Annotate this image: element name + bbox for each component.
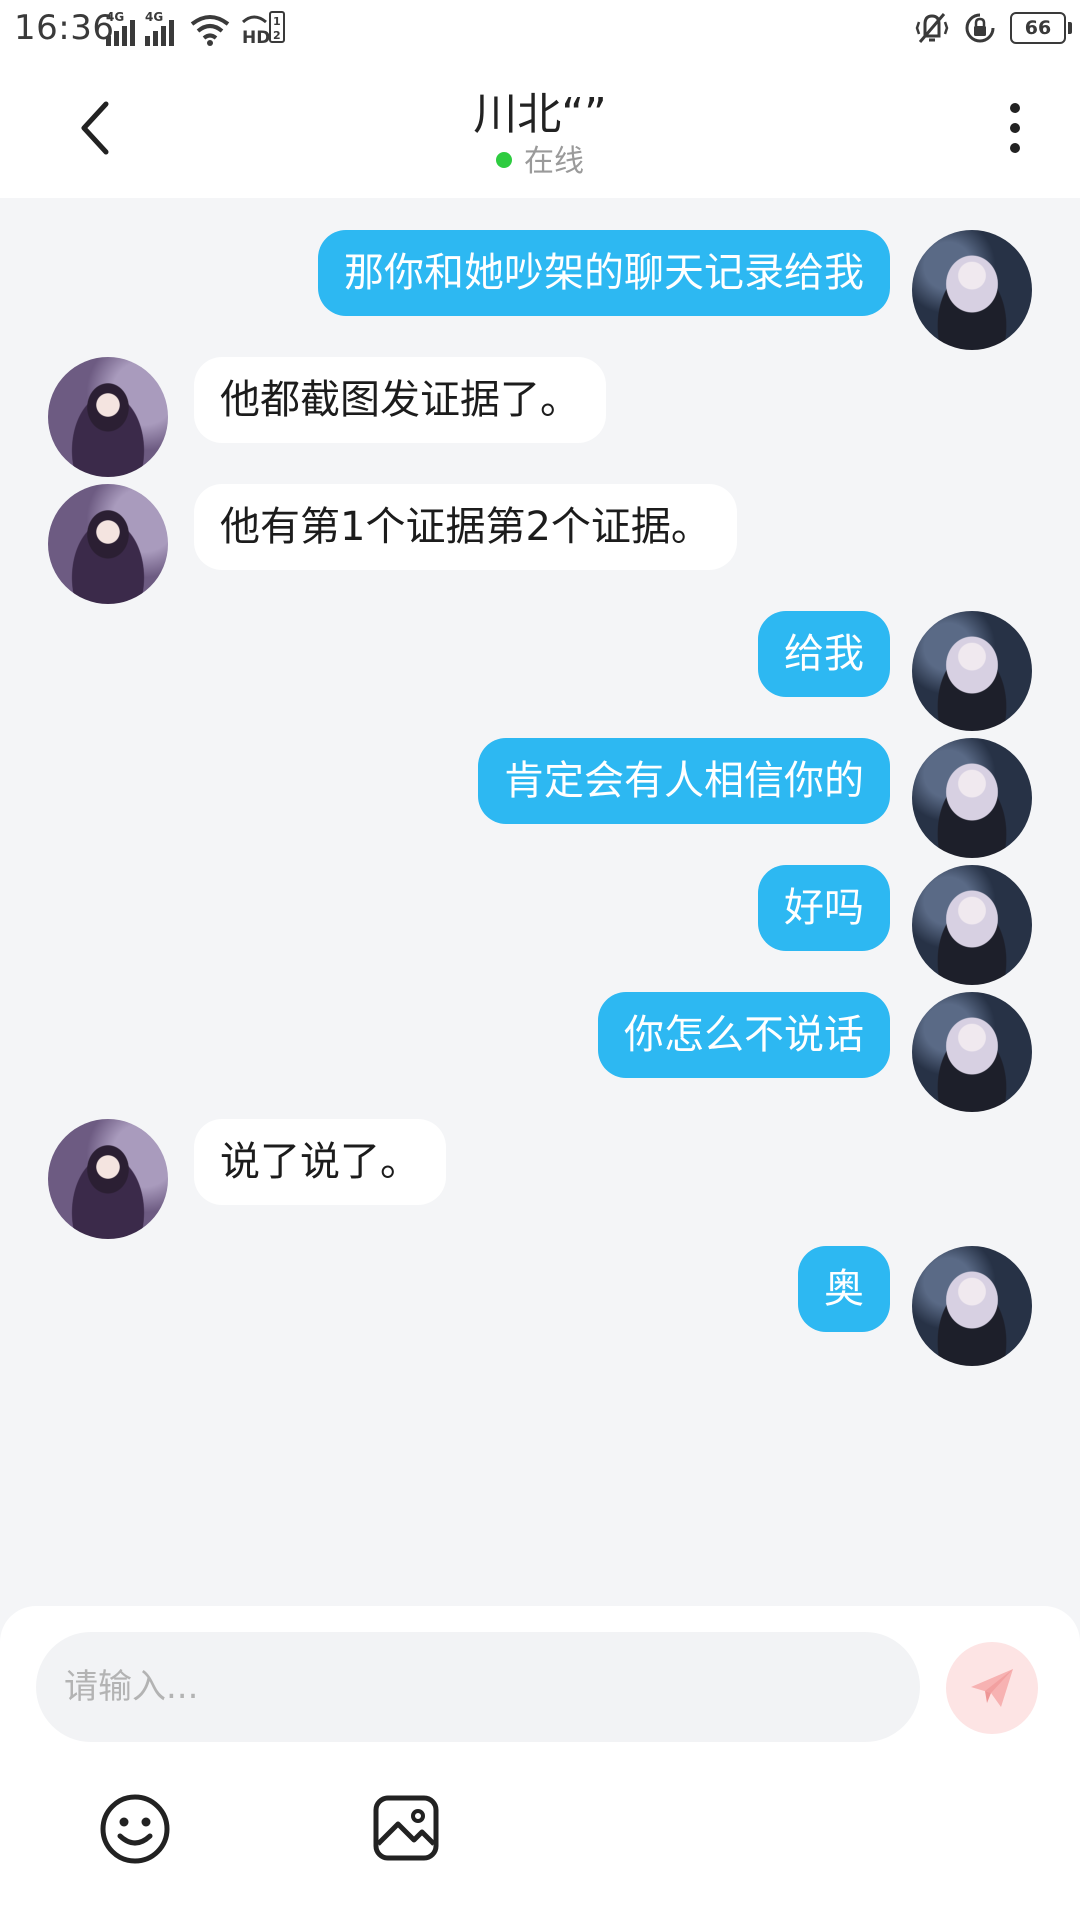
message-row: 你怎么不说话 bbox=[0, 960, 1080, 1112]
image-button[interactable] bbox=[370, 1792, 442, 1864]
message-row: 给我 bbox=[0, 579, 1080, 731]
signal-icon: 4G bbox=[106, 10, 135, 46]
online-status: 在线 bbox=[0, 136, 1080, 180]
message-bubble-own[interactable]: 给我 bbox=[758, 611, 890, 697]
rotation-lock-icon bbox=[965, 13, 995, 43]
vibrate-icon bbox=[915, 13, 949, 43]
message-row: 奥 bbox=[0, 1214, 1080, 1366]
message-bubble-contact[interactable]: 他都截图发证据了。 bbox=[194, 357, 606, 443]
contact-name: 川北“” bbox=[473, 89, 607, 140]
hd-icon: HD 1 2 bbox=[241, 11, 285, 46]
message-bubble-own[interactable]: 肯定会有人相信你的 bbox=[478, 738, 890, 824]
message-list[interactable]: 那你和她吵架的聊天记录给我 他都截图发证据了。 他有第1个证据第2个证据。 给我… bbox=[0, 198, 1080, 1606]
signal-icon: 4G bbox=[145, 10, 174, 46]
message-row: 那你和她吵架的聊天记录给我 bbox=[0, 198, 1080, 350]
wifi-icon bbox=[190, 15, 230, 46]
message-bubble-contact[interactable]: 他有第1个证据第2个证据。 bbox=[194, 484, 737, 570]
paper-plane-icon bbox=[971, 1669, 1013, 1707]
message-row: 肯定会有人相信你的 bbox=[0, 706, 1080, 858]
message-bubble-own[interactable]: 那你和她吵架的聊天记录给我 bbox=[318, 230, 890, 316]
message-bubble-own[interactable]: 好吗 bbox=[758, 865, 890, 951]
more-options-button[interactable] bbox=[1000, 98, 1030, 158]
message-bubble-contact[interactable]: 说了说了。 bbox=[194, 1119, 446, 1205]
my-avatar[interactable] bbox=[912, 1246, 1032, 1366]
status-left-icons: 4G 4G HD 1 2 bbox=[106, 10, 288, 46]
svg-text:HD: HD bbox=[242, 28, 270, 46]
svg-text:2: 2 bbox=[273, 29, 281, 42]
message-input[interactable] bbox=[36, 1632, 920, 1742]
status-bar: 16:36 4G 4G HD 1 2 66 bbox=[0, 0, 1080, 58]
message-row: 他有第1个证据第2个证据。 bbox=[0, 452, 1080, 604]
chat-screen: 16:36 4G 4G HD 1 2 66 川北“” 在线 那你和她吵架的聊天记… bbox=[0, 0, 1080, 1920]
composer-panel bbox=[0, 1606, 1080, 1920]
chat-header: 川北“” 在线 bbox=[0, 58, 1080, 198]
status-time: 16:36 bbox=[14, 8, 115, 48]
emoji-button[interactable] bbox=[98, 1792, 172, 1866]
message-row: 他都截图发证据了。 bbox=[0, 325, 1080, 477]
send-button[interactable] bbox=[946, 1642, 1038, 1734]
message-row: 说了说了。 bbox=[0, 1087, 1080, 1239]
online-status-label: 在线 bbox=[524, 144, 584, 179]
online-dot-icon bbox=[496, 151, 512, 168]
message-row: 好吗 bbox=[0, 833, 1080, 985]
battery-icon: 66 bbox=[1010, 12, 1072, 44]
status-right-icons: 66 bbox=[914, 10, 1072, 46]
message-bubble-own[interactable]: 奥 bbox=[798, 1246, 890, 1332]
svg-text:1: 1 bbox=[273, 15, 281, 28]
message-bubble-own[interactable]: 你怎么不说话 bbox=[598, 992, 890, 1078]
